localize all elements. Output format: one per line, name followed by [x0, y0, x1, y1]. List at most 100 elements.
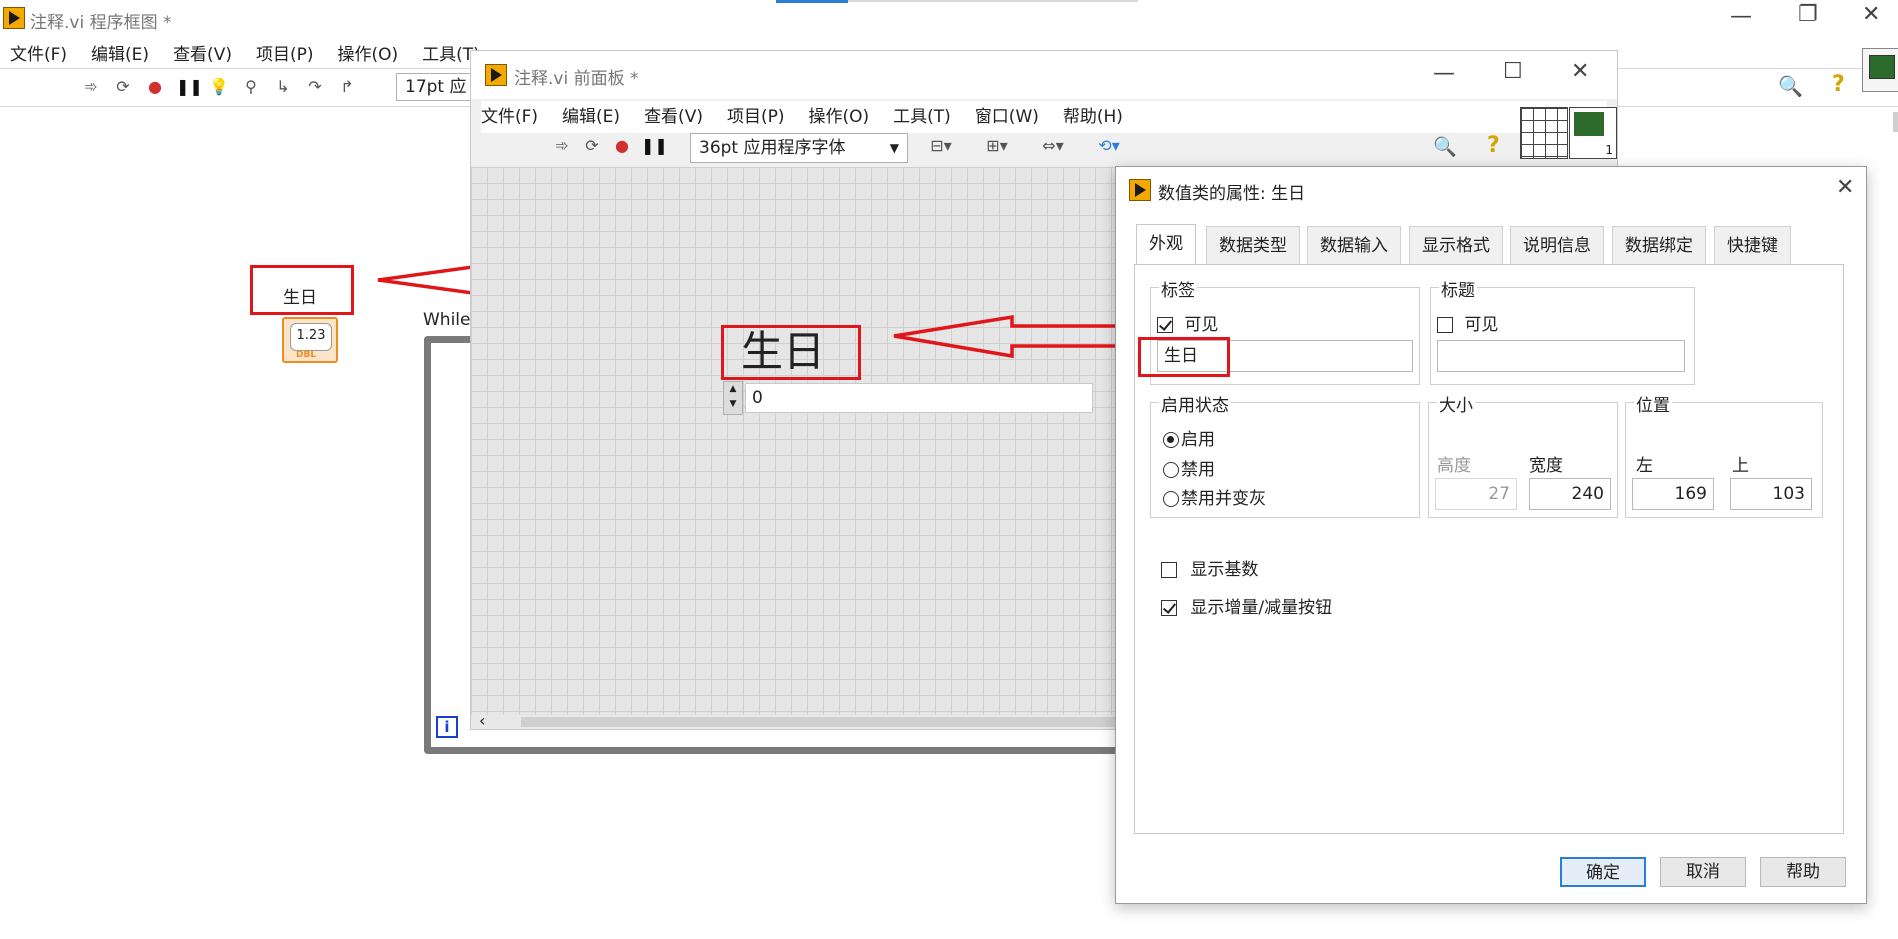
connector-badge: 1 [1605, 143, 1613, 157]
fp-menu-edit[interactable]: 编辑(E) [562, 107, 620, 127]
pause-icon[interactable]: ❚❚ [176, 76, 203, 98]
fp-pause-icon[interactable]: ❚❚ [641, 135, 668, 157]
bd-menu-file[interactable]: 文件(F) [10, 45, 67, 65]
position-group-title: 位置 [1634, 391, 1672, 416]
bd-menu-view[interactable]: 查看(V) [173, 45, 232, 65]
fp-vi-logo-icon [485, 64, 507, 86]
fp-font-select[interactable]: 36pt 应用程序字体 ▼ [690, 133, 908, 163]
run-continuously-icon[interactable]: ⟳ [112, 76, 134, 98]
annotation-arrow-fp [893, 314, 1134, 359]
scroll-left-icon[interactable]: ‹ [479, 711, 485, 730]
tab-documentation[interactable]: 说明信息 [1510, 226, 1604, 264]
fp-menu-project[interactable]: 项目(P) [727, 107, 785, 127]
label-visible-checkbox[interactable] [1157, 317, 1173, 333]
bd-node-label[interactable]: 生日 [283, 283, 317, 308]
step-into-icon[interactable]: ↳ [272, 76, 294, 98]
search-icon[interactable]: 🔍 [1778, 74, 1803, 98]
disabled-text: 禁用 [1181, 460, 1215, 480]
caption-text-input[interactable] [1437, 340, 1685, 372]
active-tab-indicator [776, 0, 848, 3]
tab-key-navigation[interactable]: 快捷键 [1714, 226, 1791, 264]
show-radix-option[interactable]: 显示基数 [1161, 555, 1258, 580]
tab-data-type[interactable]: 数据类型 [1206, 226, 1300, 264]
fp-run-continuously-icon[interactable]: ⟳ [581, 135, 603, 157]
tab-appearance[interactable]: 外观 [1136, 224, 1196, 265]
fp-close-icon[interactable]: ✕ [1571, 59, 1589, 84]
bd-menu-operate[interactable]: 操作(O) [338, 45, 399, 65]
show-incdec-checkbox[interactable] [1161, 600, 1177, 616]
close-icon[interactable]: ✕ [1862, 2, 1880, 27]
numeric-terminal-node[interactable]: 1.23 DBL [282, 317, 338, 363]
tab-data-binding[interactable]: 数据绑定 [1612, 226, 1706, 264]
show-incdec-option[interactable]: 显示增量/减量按钮 [1161, 593, 1332, 618]
label-group-title: 标签 [1159, 276, 1197, 301]
restore-icon[interactable]: ❐ [1798, 2, 1818, 27]
show-radix-checkbox[interactable] [1161, 562, 1177, 578]
position-group: 位置 左 上 169 103 [1625, 391, 1823, 518]
distribute-objects-icon[interactable]: ⊞▾ [977, 135, 1017, 157]
height-input: 27 [1435, 478, 1517, 510]
cancel-button[interactable]: 取消 [1660, 857, 1746, 887]
fp-search-icon[interactable]: 🔍 [1433, 135, 1457, 158]
enable-state-group: 启用状态 启用 禁用 禁用并变灰 [1150, 391, 1420, 518]
dialog-close-icon[interactable]: ✕ [1836, 175, 1854, 200]
fp-control-label[interactable]: 生日 [741, 327, 825, 377]
fp-run-arrow-icon[interactable]: ➾ [551, 135, 573, 157]
iteration-terminal[interactable]: i [436, 716, 458, 738]
caption-visible-checkbox[interactable] [1437, 317, 1453, 333]
abort-icon[interactable]: ● [144, 76, 166, 98]
resize-objects-icon[interactable]: ⇔▾ [1033, 135, 1073, 157]
bd-font-select[interactable]: 17pt 应 [396, 73, 476, 101]
connector-pane[interactable] [1520, 107, 1568, 159]
run-arrow-icon[interactable]: ➾ [80, 76, 102, 98]
fp-maximize-icon[interactable]: ☐ [1503, 59, 1523, 84]
enable-option-disabled-grayed[interactable]: 禁用并变灰 [1163, 484, 1266, 509]
bd-menu-bar: 文件(F) 编辑(E) 查看(V) 项目(P) 操作(O) 工具(T) [10, 40, 504, 65]
step-over-icon[interactable]: ↷ [304, 76, 326, 98]
enable-option-disabled[interactable]: 禁用 [1163, 455, 1215, 480]
bd-scrollbar-stub[interactable] [1893, 112, 1898, 132]
help-button[interactable]: 帮助 [1760, 857, 1846, 887]
retain-wire-values-icon[interactable]: ⚲ [240, 76, 262, 98]
minimize-icon[interactable]: — [1730, 4, 1752, 29]
help-icon[interactable]: ? [1832, 72, 1845, 97]
fp-menu-help[interactable]: 帮助(H) [1063, 107, 1123, 127]
reorder-icon[interactable]: ⟲▾ [1089, 135, 1129, 157]
numeric-control[interactable]: ▲ ▼ 0 [723, 381, 1095, 415]
fp-menu-window[interactable]: 窗口(W) [975, 107, 1039, 127]
radio-disabled-grayed[interactable] [1163, 491, 1179, 507]
fp-menu-view[interactable]: 查看(V) [644, 107, 703, 127]
fp-abort-icon[interactable]: ● [611, 135, 633, 157]
fp-help-icon[interactable]: ? [1487, 133, 1500, 158]
align-objects-icon[interactable]: ⊟▾ [921, 135, 961, 157]
radio-enabled[interactable] [1163, 432, 1179, 448]
bd-menu-edit[interactable]: 编辑(E) [91, 45, 149, 65]
label-visible-option[interactable]: 可见 [1157, 310, 1218, 335]
enable-option-enabled[interactable]: 启用 [1163, 425, 1215, 450]
fp-menu-operate[interactable]: 操作(O) [809, 107, 870, 127]
bd-menu-project[interactable]: 项目(P) [256, 45, 314, 65]
ok-button[interactable]: 确定 [1560, 857, 1646, 887]
fp-align-tools: ⊟▾ ⊞▾ ⇔▾ ⟲▾ [921, 135, 1129, 157]
dialog-title: 数值类的属性: 生日 [1158, 184, 1306, 204]
tab-display-format[interactable]: 显示格式 [1409, 226, 1503, 264]
left-position-input[interactable]: 169 [1632, 478, 1714, 510]
width-input[interactable]: 240 [1529, 478, 1611, 510]
tab-data-entry[interactable]: 数据输入 [1307, 226, 1401, 264]
increment-decrement-icon[interactable]: ▲ ▼ [723, 381, 743, 415]
step-out-icon[interactable]: ↱ [336, 76, 358, 98]
bd-icon-pane[interactable] [1862, 48, 1898, 92]
fp-vi-icon[interactable]: 1 [1569, 107, 1617, 159]
enabled-text: 启用 [1181, 430, 1215, 450]
highlight-execution-icon[interactable]: 💡 [208, 76, 230, 98]
numeric-value[interactable]: 0 [745, 383, 1093, 413]
fp-menu-tools[interactable]: 工具(T) [893, 107, 951, 127]
node-dbl-text: DBL [296, 350, 317, 360]
radio-disabled[interactable] [1163, 462, 1179, 478]
top-position-input[interactable]: 103 [1730, 478, 1812, 510]
fp-menu-file[interactable]: 文件(F) [481, 107, 538, 127]
caption-visible-option[interactable]: 可见 [1437, 310, 1498, 335]
fp-minimize-icon[interactable]: — [1433, 61, 1455, 86]
caption-visible-text: 可见 [1464, 315, 1499, 335]
fp-title-bar: 注释.vi 前面板 * — ☐ ✕ [471, 51, 1617, 99]
